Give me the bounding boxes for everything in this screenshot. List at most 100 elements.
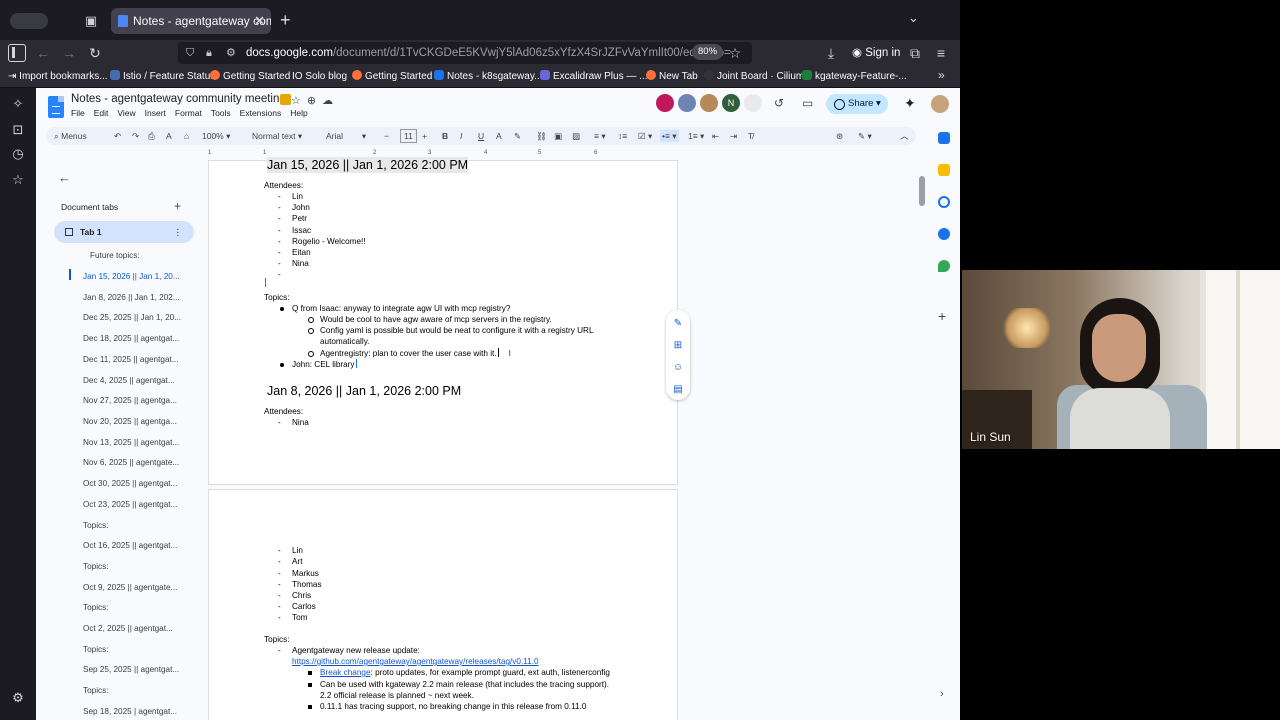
docs-logo-icon[interactable]	[48, 96, 64, 118]
synced-tabs-icon[interactable]: ⊡	[10, 122, 26, 138]
bookmark-item[interactable]: ⇥ Import bookmarks...	[8, 69, 108, 85]
bookmark-item[interactable]: Notes - k8sgateway...	[434, 69, 542, 85]
suggest-edit-icon[interactable]: ✎	[672, 318, 684, 330]
outline-item[interactable]: Dec 4, 2025 || agentgat...	[83, 376, 175, 385]
text-color-icon[interactable]: A	[496, 130, 502, 142]
calendar-icon[interactable]	[938, 132, 950, 144]
shield-icon[interactable]: ⛉	[186, 42, 194, 64]
bookmark-item[interactable]: IO Solo blog	[292, 69, 347, 85]
bookmark-item[interactable]: Excalidraw Plus — ...	[540, 69, 647, 85]
font-size-input[interactable]: 11	[400, 129, 417, 143]
move-icon[interactable]: ⊕	[307, 95, 322, 107]
increase-indent-icon[interactable]: ⇥	[730, 130, 737, 142]
decrease-indent-icon[interactable]: ⇤	[712, 130, 719, 142]
outline-item[interactable]: Topics:	[83, 521, 108, 530]
close-tab-icon[interactable]: ✕	[254, 8, 265, 34]
bookmark-item[interactable]: Joint Board · Cilium	[704, 69, 804, 85]
new-tab-icon[interactable]: +	[280, 10, 291, 31]
outline-item[interactable]: Nov 27, 2025 || agentga...	[83, 396, 177, 405]
comments-icon[interactable]: ▭	[802, 96, 813, 110]
numbered-list-icon[interactable]: 1≡ ▾	[688, 130, 704, 142]
menu-icon[interactable]: ≡	[932, 44, 950, 62]
extensions-icon[interactable]: ⧉	[906, 44, 924, 62]
redo-icon[interactable]: ↷	[132, 130, 139, 142]
font-size-decrease-icon[interactable]: −	[384, 130, 389, 142]
version-history-icon[interactable]: ↺	[774, 96, 784, 110]
explore-icon[interactable]: ⊛	[836, 130, 843, 142]
collapse-toolbar-icon[interactable]: ︿	[900, 130, 909, 142]
menu-insert[interactable]: Insert	[145, 108, 166, 118]
outline-item[interactable]: Oct 23, 2025 || agentgat...	[83, 500, 177, 509]
print-icon[interactable]: ⎙	[148, 130, 155, 142]
font-size-increase-icon[interactable]: +	[422, 130, 427, 142]
contacts-icon[interactable]	[938, 228, 950, 240]
avatar[interactable]	[678, 94, 696, 112]
document-page[interactable]: Jan 15, 2026 || Jan 1, 2026 2:00 PM Atte…	[208, 157, 678, 485]
menu-extensions[interactable]: Extensions	[240, 108, 282, 118]
outline-item[interactable]: Jan 15, 2026 || Jan 1, 20...	[83, 272, 180, 281]
reload-icon[interactable]: ↻	[86, 44, 104, 62]
undo-icon[interactable]: ↶	[114, 130, 121, 142]
cloud-status-icon[interactable]: ☁	[322, 95, 339, 107]
account-avatar[interactable]	[931, 95, 949, 113]
outline-item[interactable]: Dec 11, 2025 || agentgat...	[83, 355, 179, 364]
checklist-icon[interactable]: ☑ ▾	[638, 130, 652, 142]
outline-item[interactable]: Dec 25, 2025 || Jan 1, 20...	[83, 313, 181, 322]
outline-item[interactable]: Oct 30, 2025 || agentgat...	[83, 479, 177, 488]
tab-item[interactable]: Tab 1 ⋮	[54, 221, 194, 243]
back-icon[interactable]: ←	[34, 44, 52, 62]
menu-view[interactable]: View	[117, 108, 135, 118]
outline-item[interactable]: Topics:	[83, 603, 108, 612]
paint-format-icon[interactable]: ⌂	[184, 130, 189, 142]
line-spacing-icon[interactable]: ↕≡	[618, 130, 627, 142]
editing-mode-icon[interactable]: ✎ ▾	[858, 130, 872, 142]
outline-item[interactable]: Topics:	[83, 686, 108, 695]
chevron-down-icon[interactable]: ⌄	[908, 10, 919, 26]
tasks-icon[interactable]	[938, 196, 950, 208]
tab-overview-icon[interactable]: ▣	[82, 12, 100, 30]
lock-icon[interactable]: 🔒︎	[206, 42, 212, 64]
document-title[interactable]: Notes - agentgateway community meeting	[71, 93, 286, 105]
search-menus[interactable]: ⌕ Menus	[54, 130, 87, 142]
menu-format[interactable]: Format	[175, 108, 202, 118]
suggest-icon[interactable]: ▤	[672, 384, 684, 396]
document-page[interactable]: Lin Art Markus Thomas Chris Carlos Tom T…	[208, 489, 678, 720]
insert-image-icon[interactable]: ▨	[572, 130, 580, 142]
zoom-select[interactable]: 100% ▾	[202, 130, 230, 142]
history-icon[interactable]: ◷	[10, 146, 26, 162]
avatar-overflow[interactable]	[744, 94, 762, 112]
maps-icon[interactable]	[938, 260, 950, 272]
bookmark-item[interactable]: Getting Started	[352, 69, 432, 85]
insert-comment-icon[interactable]: ▣	[554, 130, 562, 142]
keep-icon[interactable]	[938, 164, 950, 176]
outline-item[interactable]: Oct 9, 2025 || agentgate...	[83, 583, 177, 592]
add-tab-icon[interactable]: +	[174, 199, 181, 213]
outline-item[interactable]: Nov 13, 2025 || agentgat...	[83, 438, 179, 447]
zoom-badge[interactable]: 80%	[692, 44, 724, 60]
outline-item[interactable]: Sep 25, 2025 || agentgat...	[83, 665, 179, 674]
outline-item[interactable]: Topics:	[83, 645, 108, 654]
menu-tools[interactable]: Tools	[211, 108, 231, 118]
kebab-menu-icon[interactable]: ⋮	[174, 221, 183, 243]
avatar[interactable]: N	[722, 94, 740, 112]
outline-item[interactable]: Nov 20, 2025 || agentga...	[83, 417, 177, 426]
outline-item[interactable]: Oct 2, 2025 || agentgat...	[83, 624, 173, 633]
bookmark-item[interactable]: New Tab	[646, 69, 698, 85]
active-tab[interactable]: Notes - agentgateway communi ✕	[111, 8, 271, 34]
scrollbar[interactable]	[919, 176, 925, 206]
italic-icon[interactable]: I	[460, 130, 462, 142]
link-icon[interactable]: ⛓	[536, 130, 547, 142]
bold-icon[interactable]: B	[442, 130, 448, 142]
menu-edit[interactable]: Edit	[94, 108, 109, 118]
tab-group-pill[interactable]	[10, 13, 48, 29]
share-button[interactable]: Share ▾	[826, 94, 888, 114]
release-link[interactable]: https://github.com/agentgateway/agentgat…	[292, 656, 539, 667]
bookmark-item[interactable]: kgateway-Feature-...	[802, 69, 907, 85]
downloads-icon[interactable]: ⤓	[822, 44, 840, 62]
outline-item[interactable]: Sep 18, 2025 | agentgat...	[83, 707, 177, 716]
outline-item[interactable]: Dec 18, 2025 || agentgat...	[83, 334, 179, 343]
bookmark-item[interactable]: Getting Started	[210, 69, 290, 85]
underline-icon[interactable]: U	[478, 130, 484, 142]
document-canvas[interactable]: Jan 15, 2026 || Jan 1, 2026 2:00 PM Atte…	[208, 157, 690, 720]
avatar[interactable]	[700, 94, 718, 112]
